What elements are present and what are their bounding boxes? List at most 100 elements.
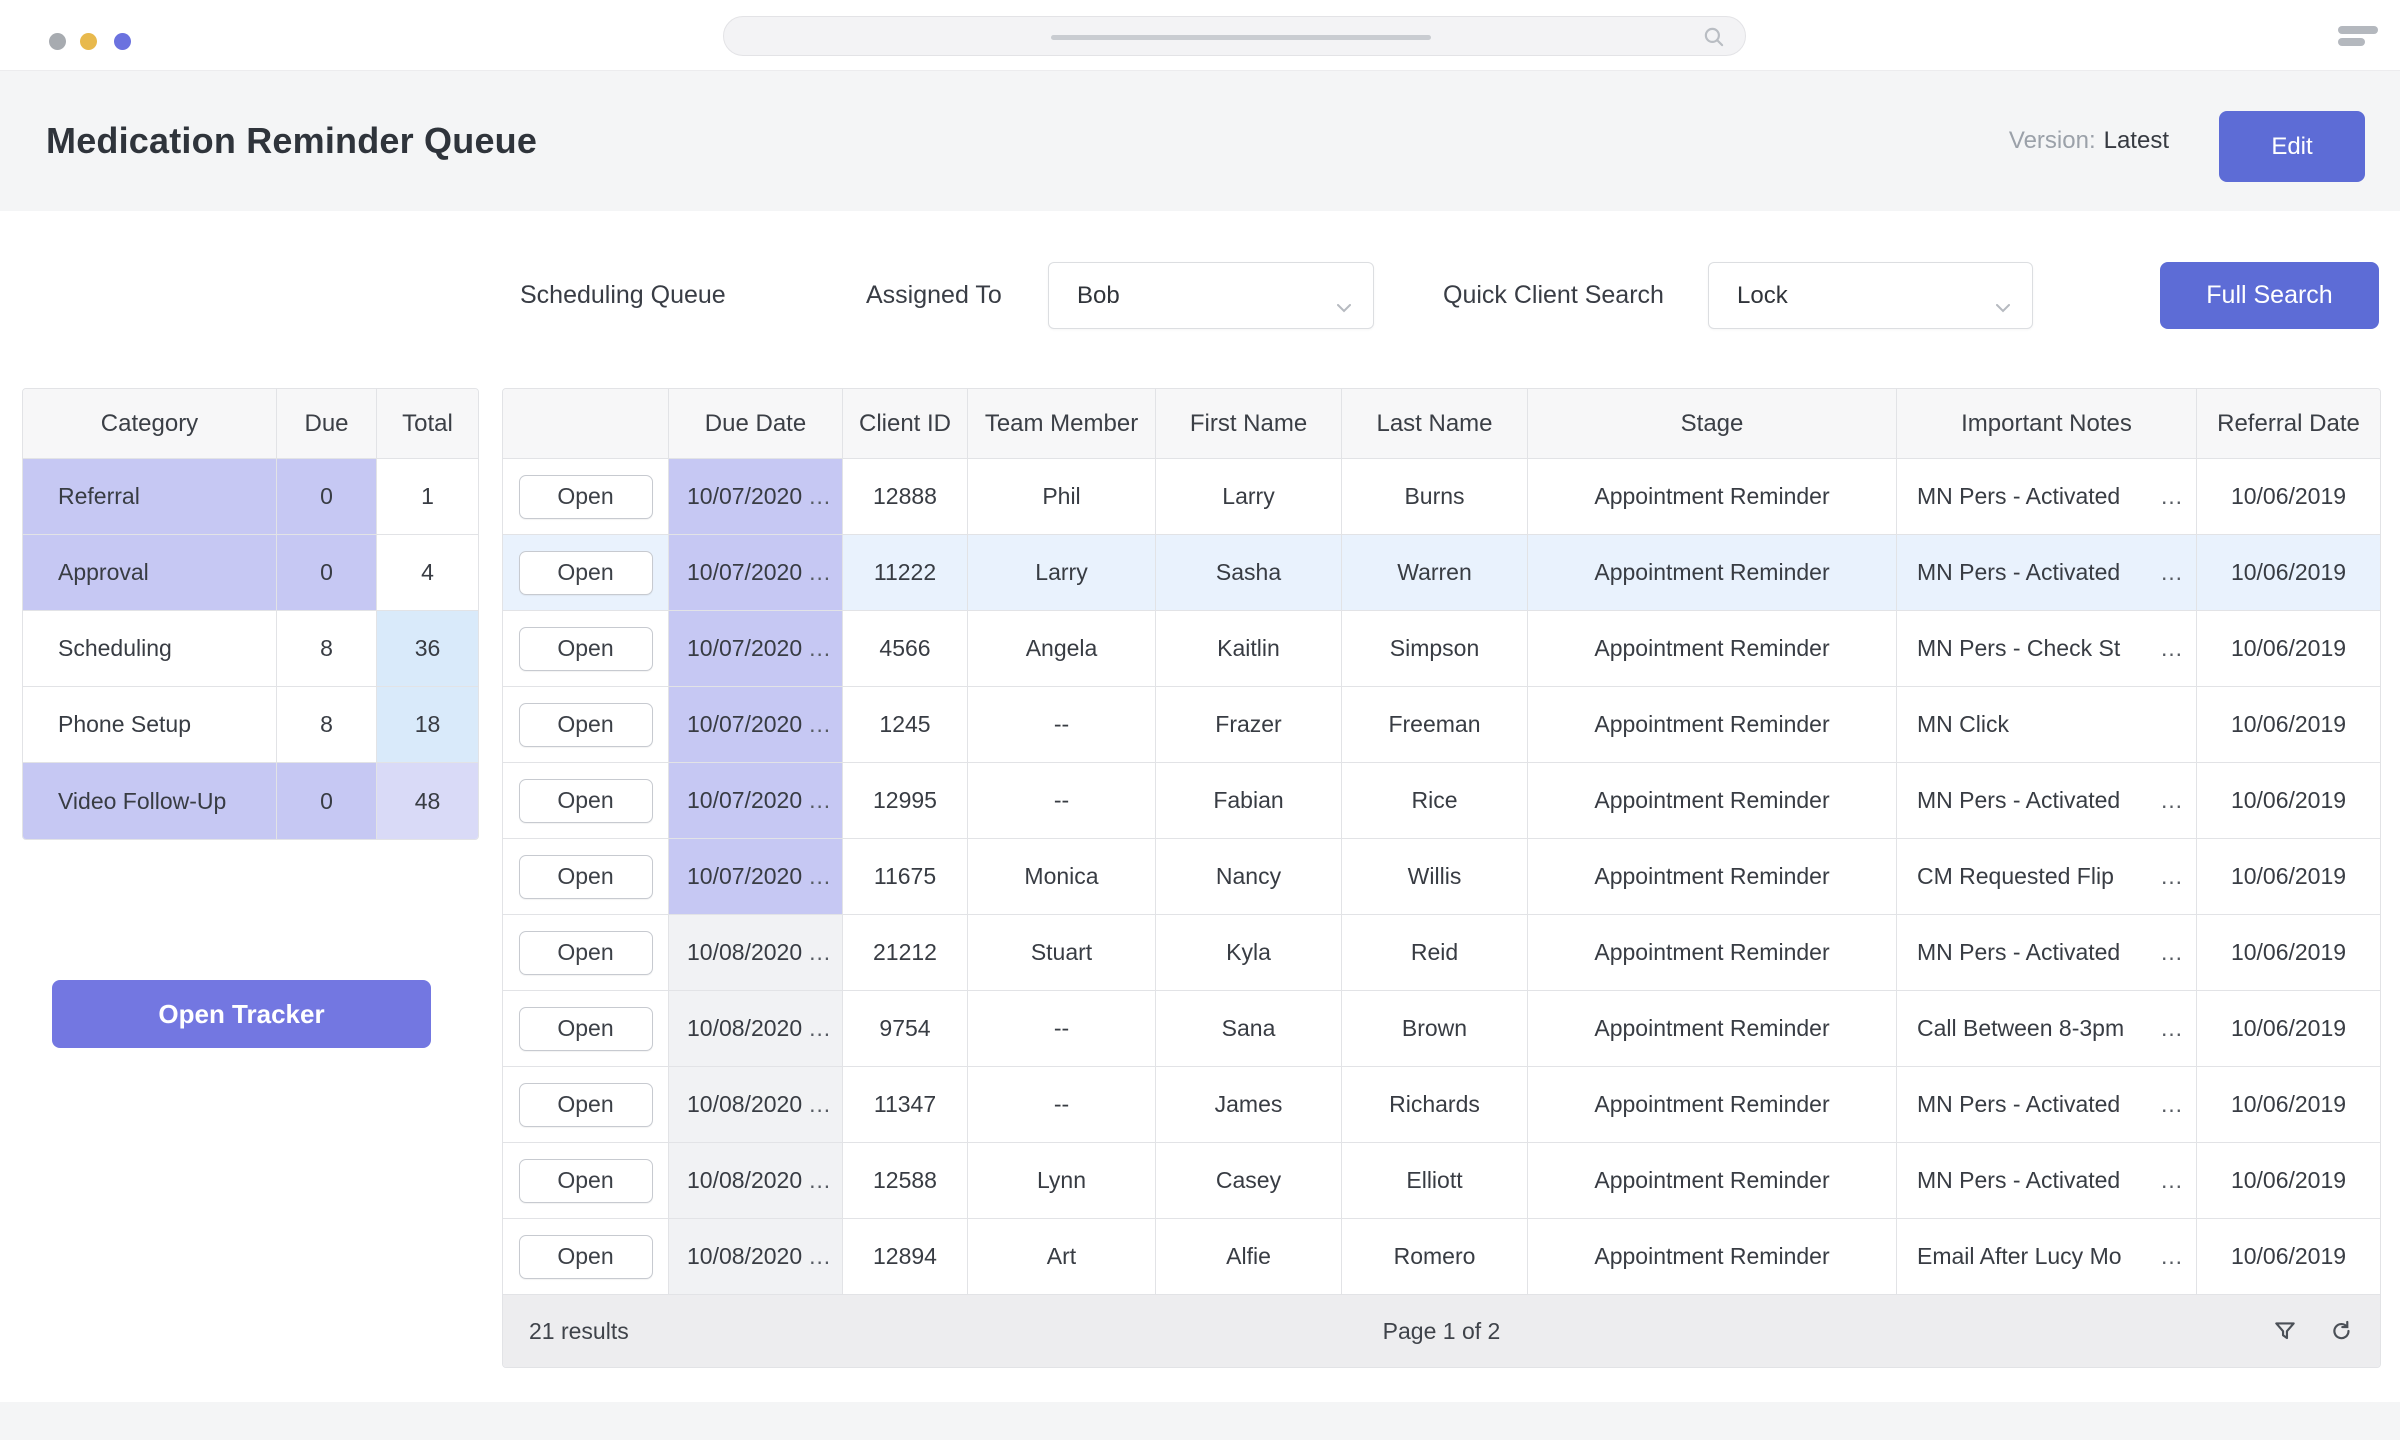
due-date-text: 10/08/2020 (687, 939, 802, 966)
truncation-ellipsis: … (808, 711, 832, 738)
team-member-cell: Monica (968, 839, 1156, 915)
team-member-cell: -- (968, 1067, 1156, 1143)
client-id-cell: 11675 (843, 839, 968, 915)
quick-client-search-value: Lock (1737, 282, 1788, 310)
notes-text: MN Click (1917, 711, 2009, 738)
total-cell: 36 (377, 611, 478, 687)
window-dot-close[interactable] (49, 33, 66, 50)
first-name-cell: Kaitlin (1156, 611, 1342, 687)
stage-cell: Appointment Reminder (1528, 687, 1897, 763)
stage-cell: Appointment Reminder (1528, 611, 1897, 687)
summary-row: Video Follow-Up 0 48 (23, 763, 478, 839)
queue-row: Open 10/07/2020… 12888 Phil Larry Burns … (503, 459, 2380, 535)
client-id-cell: 11222 (843, 535, 968, 611)
referral-date-cell: 10/06/2019 (2197, 991, 2380, 1067)
due-date-cell: 10/08/2020… (669, 1219, 843, 1295)
stage-cell: Appointment Reminder (1528, 535, 1897, 611)
last-name-cell: Romero (1342, 1219, 1528, 1295)
open-cell: Open (503, 839, 669, 915)
queue-row: Open 10/08/2020… 12588 Lynn Casey Elliot… (503, 1143, 2380, 1219)
window-dot-minimize[interactable] (80, 33, 97, 50)
results-count: 21 results (529, 1318, 1383, 1345)
quick-client-search-select[interactable]: Lock (1708, 262, 2033, 329)
last-name-cell: Rice (1342, 763, 1528, 839)
notes-cell: Call Between 8-3pm… (1897, 991, 2197, 1067)
search-icon (1701, 24, 1727, 55)
first-name-cell: Fabian (1156, 763, 1342, 839)
due-cell: 0 (277, 535, 377, 611)
chevron-down-icon (1996, 292, 2010, 320)
client-id-cell: 21212 (843, 915, 968, 991)
page-title: Medication Reminder Queue (46, 120, 537, 162)
open-button[interactable]: Open (519, 1007, 653, 1051)
stage-cell: Appointment Reminder (1528, 763, 1897, 839)
referral-date-cell: 10/06/2019 (2197, 459, 2380, 535)
header-total: Total (377, 389, 478, 459)
open-button[interactable]: Open (519, 1083, 653, 1127)
client-id-cell: 11347 (843, 1067, 968, 1143)
truncation-ellipsis: … (2160, 1167, 2184, 1194)
queue-table-header: Due Date Client ID Team Member First Nam… (503, 389, 2380, 459)
window-dot-expand[interactable] (114, 33, 131, 50)
first-name-cell: Larry (1156, 459, 1342, 535)
open-cell: Open (503, 763, 669, 839)
due-date-cell: 10/07/2020… (669, 611, 843, 687)
team-member-cell: Larry (968, 535, 1156, 611)
bar (2338, 26, 2378, 34)
header-stage: Stage (1528, 389, 1897, 459)
due-cell: 8 (277, 687, 377, 763)
truncation-ellipsis: … (808, 1091, 832, 1118)
refresh-icon[interactable] (2328, 1318, 2354, 1344)
truncation-ellipsis: … (808, 863, 832, 890)
due-date-cell: 10/07/2020… (669, 763, 843, 839)
open-button[interactable]: Open (519, 931, 653, 975)
assigned-to-select[interactable]: Bob (1048, 262, 1374, 329)
referral-date-cell: 10/06/2019 (2197, 915, 2380, 991)
open-button[interactable]: Open (519, 779, 653, 823)
full-search-button[interactable]: Full Search (2160, 262, 2379, 329)
due-date-cell: 10/08/2020… (669, 1143, 843, 1219)
open-cell: Open (503, 1219, 669, 1295)
summary-header-row: Category Due Total (23, 389, 478, 459)
summary-table: Category Due Total Referral 0 1 Approval… (22, 388, 479, 840)
due-date-cell: 10/07/2020… (669, 839, 843, 915)
browser-address-bar[interactable] (723, 16, 1746, 56)
last-name-cell: Burns (1342, 459, 1528, 535)
notes-cell: MN Pers - Activated… (1897, 763, 2197, 839)
truncation-ellipsis: … (2160, 483, 2184, 510)
notes-cell: Email After Lucy Mo… (1897, 1219, 2197, 1295)
truncation-ellipsis: … (2160, 787, 2184, 814)
truncation-ellipsis: … (808, 635, 832, 662)
stage-cell: Appointment Reminder (1528, 915, 1897, 991)
open-button[interactable]: Open (519, 1235, 653, 1279)
referral-date-cell: 10/06/2019 (2197, 535, 2380, 611)
team-member-cell: Angela (968, 611, 1156, 687)
open-button[interactable]: Open (519, 855, 653, 899)
team-member-cell: -- (968, 763, 1156, 839)
truncation-ellipsis: … (808, 939, 832, 966)
open-button[interactable]: Open (519, 703, 653, 747)
notes-cell: MN Pers - Activated… (1897, 459, 2197, 535)
open-button[interactable]: Open (519, 1159, 653, 1203)
open-button[interactable]: Open (519, 627, 653, 671)
due-date-text: 10/07/2020 (687, 483, 802, 510)
open-cell: Open (503, 991, 669, 1067)
total-cell: 48 (377, 763, 478, 839)
header-due: Due (277, 389, 377, 459)
stage-cell: Appointment Reminder (1528, 991, 1897, 1067)
open-button[interactable]: Open (519, 551, 653, 595)
open-tracker-button[interactable]: Open Tracker (52, 980, 431, 1048)
due-date-text: 10/08/2020 (687, 1091, 802, 1118)
notes-cell: MN Click (1897, 687, 2197, 763)
first-name-cell: Kyla (1156, 915, 1342, 991)
first-name-cell: Sasha (1156, 535, 1342, 611)
edit-button[interactable]: Edit (2219, 111, 2365, 182)
due-date-cell: 10/08/2020… (669, 915, 843, 991)
notes-text: MN Pers - Check St (1917, 635, 2120, 662)
open-cell: Open (503, 535, 669, 611)
page-header: Medication Reminder Queue Version:Latest… (0, 71, 2400, 211)
open-button[interactable]: Open (519, 475, 653, 519)
header-important-notes: Important Notes (1897, 389, 2197, 459)
filter-icon[interactable] (2272, 1318, 2298, 1344)
menu-stack-icon[interactable] (2338, 26, 2378, 50)
